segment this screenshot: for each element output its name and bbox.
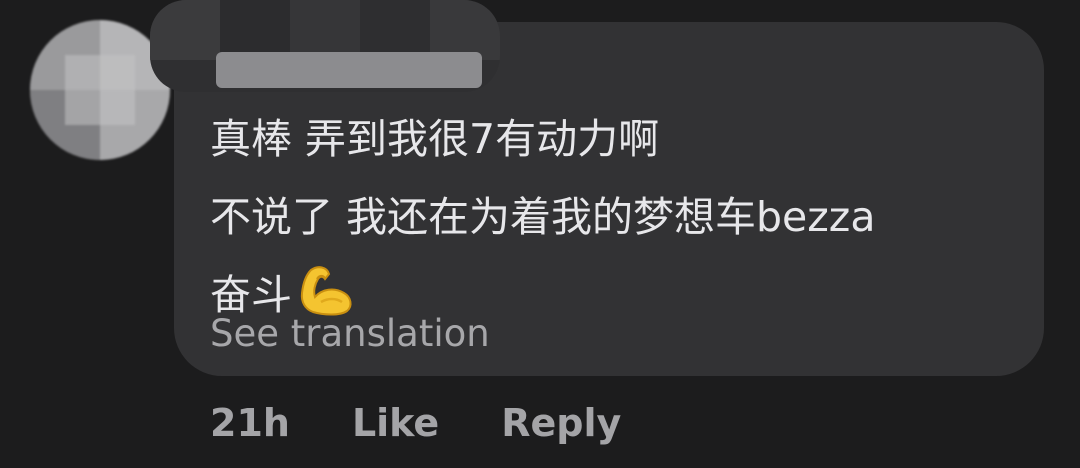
reply-button[interactable]: Reply — [501, 401, 621, 445]
name-blur-block — [430, 0, 500, 60]
name-blur-block — [360, 0, 430, 60]
comment-line: 不说了 我还在为着我的梦想车bezza — [210, 193, 876, 241]
name-blur-block — [150, 0, 220, 60]
comment-line: 真棒 弄到我很7有动力啊 — [210, 115, 660, 163]
see-translation-link[interactable]: See translation — [210, 312, 490, 356]
comment-text: 真棒 弄到我很7有动力啊 不说了 我还在为着我的梦想车bezza 奋斗 — [210, 100, 1010, 342]
name-blur-block — [290, 0, 360, 60]
avatar[interactable] — [30, 20, 170, 160]
like-button[interactable]: Like — [352, 401, 439, 445]
name-blur-block — [220, 0, 290, 60]
comment-actions: 21h Like Reply — [210, 398, 621, 448]
comment-timestamp[interactable]: 21h — [210, 401, 290, 445]
name-blur-block — [216, 52, 482, 88]
commenter-name-redacted[interactable] — [150, 0, 500, 92]
avatar-blur-block — [65, 55, 135, 125]
